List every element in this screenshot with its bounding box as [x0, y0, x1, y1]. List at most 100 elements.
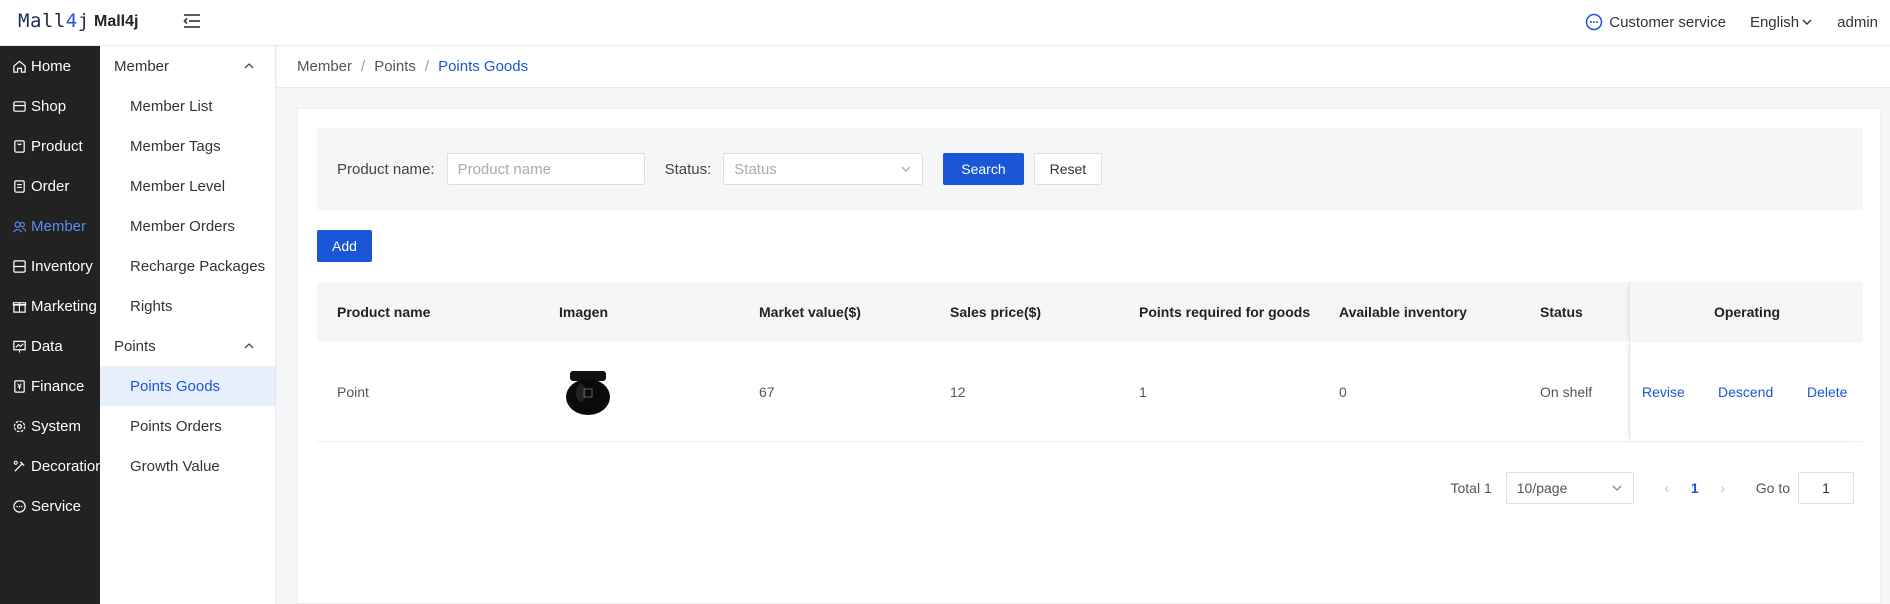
- submenu-item-member-orders[interactable]: Member Orders: [100, 206, 275, 246]
- column-header: Sales price($): [950, 304, 1042, 320]
- sidebar-item-data[interactable]: Data: [0, 326, 100, 366]
- gear-icon: [13, 420, 26, 432]
- chevron-up-icon: [244, 63, 254, 69]
- breadcrumb-current: Points Goods: [438, 58, 529, 75]
- product-name-input[interactable]: Product name: [446, 153, 645, 185]
- add-button[interactable]: Add: [317, 230, 372, 262]
- shop-icon: [13, 100, 26, 112]
- page-size-value: 10/page: [1516, 480, 1568, 496]
- goto-page-input[interactable]: 1: [1798, 472, 1854, 504]
- language-select[interactable]: English: [1750, 14, 1813, 31]
- service-icon: [13, 499, 26, 513]
- cell-status: On shelf: [1540, 383, 1593, 400]
- page-number[interactable]: 1: [1680, 480, 1710, 496]
- cell-available-inventory: 0: [1339, 383, 1347, 400]
- submenu: Member Member List Member Tags Member Le…: [100, 46, 276, 604]
- breadcrumb-item[interactable]: Member: [297, 58, 352, 75]
- sidebar-item-label: Data: [31, 337, 63, 355]
- breadcrumb-separator: /: [361, 58, 366, 75]
- operating-header-cell: Operating: [1629, 282, 1863, 342]
- sidebar-item-service[interactable]: Service: [0, 486, 100, 526]
- sidebar-item-label: Service: [31, 497, 82, 515]
- sidebar-item-product[interactable]: Product: [0, 126, 100, 166]
- submenu-item-points-orders[interactable]: Points Orders: [100, 406, 275, 446]
- language-label: English: [1749, 13, 1800, 31]
- breadcrumb-separator: /: [424, 58, 430, 75]
- product-icon: [14, 139, 25, 153]
- sidebar-item-label: Product: [31, 137, 83, 155]
- submenu-item-member-list[interactable]: Member List: [100, 86, 275, 126]
- breadcrumb-item[interactable]: Points: [374, 58, 416, 75]
- customer-service-label: Customer service: [1609, 13, 1726, 31]
- search-button[interactable]: Search: [943, 153, 1024, 185]
- cell-market-value: 67: [759, 383, 775, 400]
- prev-page-icon[interactable]: ‹: [1654, 480, 1680, 496]
- pagination: Total 1 10/page ‹ 1 › Go to 1: [1451, 472, 1854, 504]
- user-menu[interactable]: admin: [1837, 14, 1878, 31]
- sidebar-item-order[interactable]: Order: [0, 166, 100, 206]
- submenu-item-recharge-packages[interactable]: Recharge Packages: [100, 246, 275, 286]
- sidebar-item-label: Decoration: [31, 457, 100, 475]
- submenu-item-points-goods[interactable]: Points Goods: [100, 366, 275, 406]
- column-header: Status: [1540, 304, 1583, 320]
- customer-service-button[interactable]: Customer service: [1585, 13, 1726, 31]
- sidebar-item-inventory[interactable]: Inventory: [0, 246, 100, 286]
- chevron-down-icon: [901, 166, 911, 172]
- sidebar-item-marketing[interactable]: Marketing: [0, 286, 100, 326]
- sidebar-item-label: Shop: [31, 97, 67, 115]
- submenu-group-points[interactable]: Points: [100, 326, 275, 366]
- column-header: Product name: [337, 304, 431, 320]
- submenu-item-member-level[interactable]: Member Level: [100, 166, 275, 206]
- reset-button[interactable]: Reset: [1033, 153, 1103, 185]
- home-icon: [13, 60, 26, 73]
- menu-collapse-icon[interactable]: [181, 10, 203, 32]
- sidebar-item-home[interactable]: Home: [0, 46, 100, 86]
- inventory-icon: [13, 259, 26, 273]
- sidebar-item-shop[interactable]: Shop: [0, 86, 100, 126]
- product-image[interactable]: [565, 342, 611, 441]
- revise-link[interactable]: Revise: [1642, 384, 1685, 400]
- table-row: Point 67 12 1 0 On shelf Revise Descend …: [317, 342, 1863, 442]
- sidebar-item-member[interactable]: Member: [0, 206, 100, 246]
- column-header: Points required for goods: [1139, 304, 1311, 320]
- logo[interactable]: Mall4j: [18, 10, 90, 32]
- next-page-icon[interactable]: ›: [1710, 480, 1736, 496]
- chevron-down-icon: [1612, 485, 1622, 491]
- submenu-group-label: Member: [114, 57, 170, 75]
- chevron-up-icon: [244, 343, 254, 349]
- decoration-icon: [13, 460, 25, 472]
- sidebar-item-label: Home: [31, 57, 72, 75]
- chevron-down-icon: [1802, 19, 1812, 25]
- delete-link[interactable]: Delete: [1807, 384, 1847, 400]
- submenu-item-rights[interactable]: Rights: [100, 286, 275, 326]
- sidebar-item-label: Finance: [31, 377, 85, 395]
- cell-product-name: Point: [337, 383, 369, 400]
- sidebar-item-decoration[interactable]: Decoration: [0, 446, 100, 486]
- marketing-icon: [12, 301, 27, 313]
- main-sidebar: Home Shop Product Order Member Inventory…: [0, 46, 100, 604]
- data-icon: [13, 340, 26, 353]
- table-header: Product name Imagen Market value($) Sale…: [317, 282, 1863, 342]
- operating-cell: Revise Descend Delete: [1629, 342, 1863, 441]
- column-header: Market value($): [759, 304, 861, 320]
- breadcrumb: Member / Points / Points Goods: [277, 46, 1890, 88]
- submenu-item-growth-value[interactable]: Growth Value: [100, 446, 275, 486]
- sidebar-item-finance[interactable]: Finance: [0, 366, 100, 406]
- submenu-group-label: Points: [114, 337, 156, 355]
- submenu-item-member-tags[interactable]: Member Tags: [100, 126, 275, 166]
- page-size-select[interactable]: 10/page: [1505, 472, 1634, 504]
- sidebar-item-label: Inventory: [31, 257, 93, 275]
- product-name-label: Product name:: [337, 160, 435, 178]
- descend-link[interactable]: Descend: [1718, 384, 1773, 400]
- search-panel: Product name: Product name Status: Statu…: [317, 128, 1863, 210]
- status-select[interactable]: Status: [723, 153, 924, 185]
- column-header: Operating: [1713, 304, 1781, 320]
- sidebar-item-label: Marketing: [31, 297, 97, 315]
- sidebar-item-label: System: [31, 417, 82, 435]
- submenu-group-member[interactable]: Member: [100, 46, 275, 86]
- cell-sales-price: 12: [950, 383, 966, 400]
- column-header: Available inventory: [1339, 304, 1467, 320]
- sidebar-item-system[interactable]: System: [0, 406, 100, 446]
- goto-label: Go to: [1755, 480, 1790, 496]
- app-name: Mall4j: [94, 13, 139, 30]
